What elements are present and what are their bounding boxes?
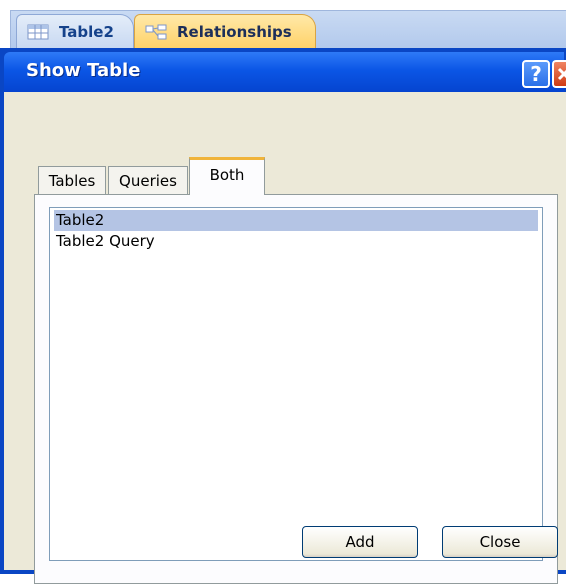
list-item-label: Table2 (56, 211, 105, 229)
dialog-title: Show Table (26, 60, 141, 81)
document-tab-table2[interactable]: Table2 (16, 14, 134, 48)
tab-queries[interactable]: Queries (108, 166, 188, 194)
document-tab-relationships[interactable]: Relationships (134, 14, 316, 48)
dialog-body: Tables Queries Both Table2 Table2 Query (4, 92, 566, 584)
table-list[interactable]: Table2 Table2 Query (49, 207, 543, 561)
close-window-button[interactable] (552, 60, 566, 88)
tab-both[interactable]: Both (189, 157, 265, 195)
close-button-label: Close (479, 533, 521, 551)
close-icon (557, 67, 566, 81)
tab-both-label: Both (209, 166, 245, 184)
document-tab-label: Relationships (177, 22, 292, 41)
tab-tables[interactable]: Tables (38, 166, 106, 194)
list-item-label: Table2 Query (56, 232, 155, 250)
document-tab-label: Table2 (59, 22, 114, 41)
list-item[interactable]: Table2 Query (54, 231, 538, 252)
dialog-title-bar[interactable]: Show Table ? (4, 52, 566, 92)
help-button[interactable]: ? (522, 60, 550, 88)
help-icon: ? (530, 62, 542, 86)
close-button[interactable]: Close (442, 526, 558, 558)
relationships-icon (145, 24, 167, 39)
show-table-dialog: Show Table ? Tables Queries Both Table2 (0, 48, 566, 584)
tab-queries-label: Queries (119, 171, 177, 190)
add-button[interactable]: Add (302, 526, 418, 558)
list-item[interactable]: Table2 (54, 210, 538, 231)
tab-tables-label: Tables (48, 171, 96, 190)
add-button-label: Add (345, 533, 375, 551)
document-tab-strip: Table2 Relationships (0, 0, 566, 49)
table-icon (27, 24, 49, 39)
